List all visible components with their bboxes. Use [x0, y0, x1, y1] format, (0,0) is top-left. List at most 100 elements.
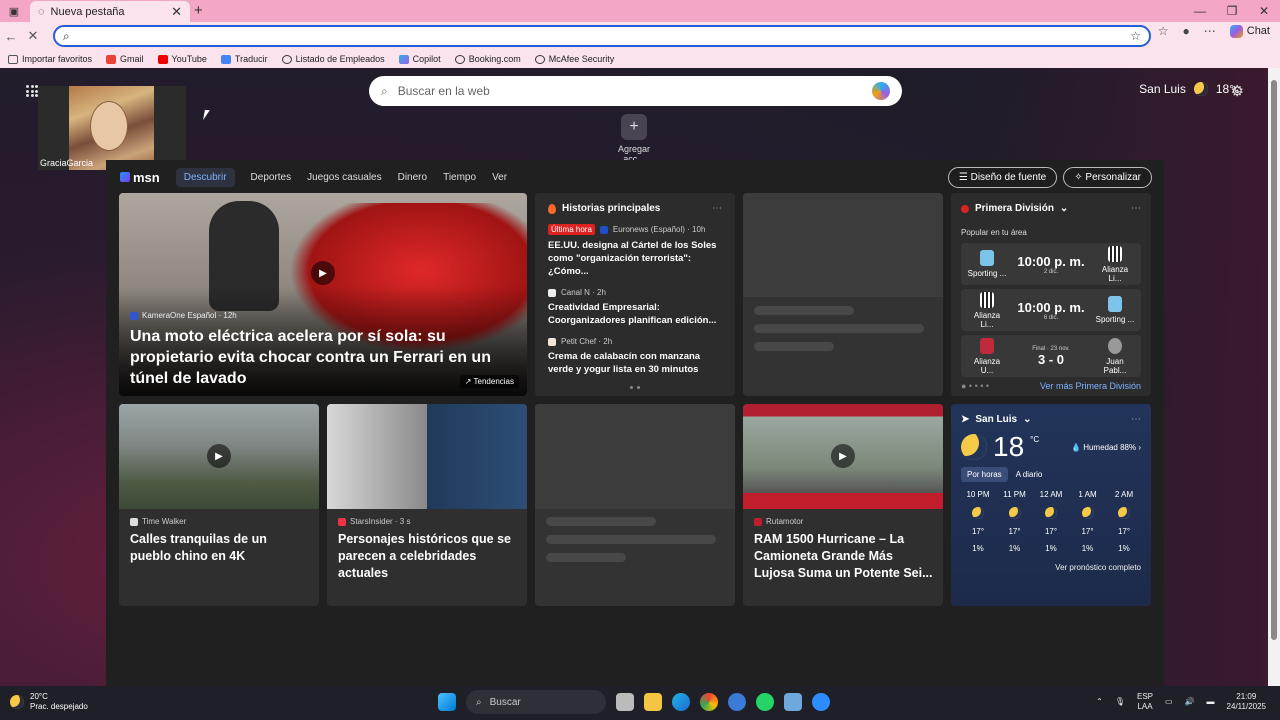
bookmark-mcafee[interactable]: McAfee Security [534, 54, 614, 64]
pager-dots[interactable] [548, 386, 722, 389]
hour-rain: 1% [1008, 544, 1021, 553]
battery-icon[interactable]: ▬ [1207, 697, 1215, 707]
task-view-icon[interactable] [616, 693, 634, 711]
msn-logo[interactable]: msn [120, 170, 160, 185]
tab-tiempo[interactable]: Tiempo [443, 172, 476, 183]
personalize-button[interactable]: ✧ Personalizar [1063, 166, 1152, 188]
bookmark-employees[interactable]: Listado de Empleados [281, 54, 385, 64]
mic-icon[interactable]: 🎙 [1115, 697, 1125, 707]
hero-card[interactable]: ▶ KameraOne Español · 12h Una moto eléct… [119, 193, 527, 396]
close-tab-icon[interactable]: ✕ [171, 4, 182, 20]
moon-icon [961, 434, 987, 460]
humidity-link[interactable]: 💧 Humedad 88% › [1071, 443, 1141, 452]
tab-descubrir[interactable]: Descubrir [175, 167, 235, 187]
tab-ver[interactable]: Ver [492, 172, 507, 183]
scrollbar[interactable] [1268, 68, 1280, 686]
story-item[interactable]: Última hora Euronews (Español) · 10h EE.U… [548, 224, 722, 278]
copilot-icon[interactable] [872, 82, 890, 100]
match-date: 2 dic. [1043, 268, 1059, 275]
moon-icon [1008, 507, 1021, 519]
taskbar-weather[interactable]: 20°C Prac. despejado [10, 692, 88, 712]
chevron-down-icon[interactable]: ⌄ [1060, 203, 1068, 214]
news-card[interactable]: ▶ Time Walker Calles tranquilas de un pu… [119, 404, 319, 606]
gear-icon[interactable]: ⚙ [1231, 82, 1244, 100]
bookmark-youtube[interactable]: YouTube [157, 54, 207, 64]
match-row[interactable]: Alianza U... Final · 23 nov. 3 - 0 Juan P… [961, 335, 1141, 377]
full-forecast-link[interactable]: Ver pronóstico completo [1055, 563, 1141, 572]
notepad-icon[interactable] [784, 693, 802, 711]
address-bar[interactable]: ⌕ ☆ [53, 25, 1151, 47]
tab-dinero[interactable]: Dinero [398, 172, 427, 183]
clock-date: 24/11/2025 [1226, 702, 1266, 711]
match-row[interactable]: Sporting ... 10:00 p. m. 2 dic. Alianza L… [961, 243, 1141, 285]
app-icon[interactable] [728, 693, 746, 711]
tab-new[interactable]: ◌ Nueva pestaña ✕ [30, 1, 190, 22]
league-heading[interactable]: Primera División [975, 203, 1054, 214]
more-options-icon[interactable]: ⋯ [1131, 203, 1141, 214]
tab-juegos[interactable]: Juegos casuales [307, 172, 382, 183]
match-row[interactable]: Alianza Li... 10:00 p. m. 6 dic. Sporting… [961, 289, 1141, 331]
trend-label: Tendencias [473, 377, 514, 386]
scrollbar-thumb[interactable] [1271, 80, 1277, 640]
team-crest-icon [1107, 337, 1122, 354]
apps-grid-icon[interactable] [26, 85, 38, 97]
profile-icon[interactable]: ● [1183, 24, 1190, 38]
file-explorer-icon[interactable] [644, 693, 662, 711]
font-design-button[interactable]: ☰ Diseño de fuente [947, 166, 1058, 188]
play-icon[interactable]: ▶ [831, 444, 855, 468]
play-icon[interactable]: ▶ [207, 444, 231, 468]
favorite-star-icon[interactable]: ☆ [1130, 29, 1141, 43]
edge-icon[interactable] [672, 693, 690, 711]
chevron-up-icon[interactable]: ⌃ [1096, 697, 1103, 707]
play-icon[interactable]: ▶ [311, 261, 335, 285]
hour-time: 1 AM [1078, 490, 1097, 499]
minimize-button[interactable]: — [1184, 0, 1216, 22]
more-options-icon[interactable]: ⋯ [712, 203, 722, 214]
tab-actions-icon[interactable]: ▣ [0, 5, 28, 18]
bookmark-translate[interactable]: Traducir [220, 54, 268, 64]
match-score: 10:00 p. m. [1017, 253, 1085, 269]
maximize-button[interactable]: ❐ [1216, 0, 1248, 22]
volume-icon[interactable]: 🔊 [1185, 697, 1195, 707]
more-menu-icon[interactable]: ⋯ [1204, 24, 1216, 38]
chevron-down-icon[interactable]: ⌄ [1023, 414, 1031, 425]
clock[interactable]: 21:09 24/11/2025 [1227, 692, 1266, 712]
taskbar-search[interactable]: ⌕ Buscar [466, 690, 606, 714]
web-search-box[interactable]: ⌕ Buscar en la web [369, 76, 902, 106]
bookmark-gmail[interactable]: Gmail [106, 54, 144, 64]
whatsapp-icon[interactable] [756, 693, 774, 711]
story-meta: Canal N · 2h [561, 288, 606, 297]
language-indicator[interactable]: ESP LAA [1137, 692, 1153, 712]
hour-time: 10 PM [966, 490, 990, 499]
news-card[interactable]: ▶ Rutamotor RAM 1500 Hurricane – La Cami… [743, 404, 943, 606]
bookmark-booking[interactable]: Booking.com [454, 54, 521, 64]
copilot-chat-button[interactable]: Chat [1229, 24, 1270, 38]
back-button[interactable]: ← [0, 29, 22, 44]
news-card[interactable]: StarsInsider · 3 s Personajes históricos… [327, 404, 527, 606]
more-options-icon[interactable]: ⋯ [1131, 414, 1141, 425]
pager-dots[interactable]: ● • • • • [961, 381, 989, 391]
tab-hourly[interactable]: Por horas [961, 467, 1008, 482]
story-item[interactable]: Canal N · 2h Creatividad Empresarial: Co… [548, 288, 722, 327]
chrome-icon[interactable] [700, 693, 718, 711]
personalize-label: Personalizar [1085, 171, 1141, 183]
hero-source-label: KameraOne Español · 12h [142, 311, 237, 320]
new-tab-button[interactable]: + [194, 2, 203, 19]
add-shortcut[interactable]: + Agregar acc... [608, 114, 660, 164]
stop-button[interactable]: ✕ [22, 28, 44, 44]
header-weather[interactable]: San Luis 18°c [1139, 82, 1240, 96]
bookmark-import[interactable]: Importar favoritos [8, 54, 92, 64]
tab-daily[interactable]: A diario [1010, 467, 1049, 482]
more-league-link[interactable]: Ver más Primera División [1040, 381, 1141, 391]
close-window-button[interactable]: ✕ [1248, 0, 1280, 22]
windows-start-icon[interactable] [438, 693, 456, 711]
weather-location[interactable]: San Luis [975, 414, 1017, 425]
team-name: Juan Pabl... [1103, 356, 1127, 375]
story-item[interactable]: Petit Chef · 2h Crema de calabacín con m… [548, 337, 722, 376]
tab-deportes[interactable]: Deportes [251, 172, 292, 183]
bookmark-copilot[interactable]: Copilot [398, 54, 441, 64]
network-icon[interactable]: ▭ [1165, 697, 1173, 707]
card-image [327, 404, 527, 509]
zoom-icon[interactable] [812, 693, 830, 711]
favorites-icon[interactable]: ☆ [1158, 24, 1169, 38]
